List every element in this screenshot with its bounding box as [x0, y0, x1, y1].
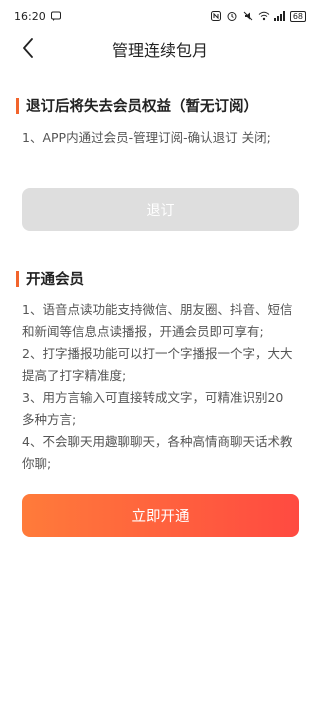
- section-accent-bar: [16, 270, 19, 287]
- section-unsubscribe-header: 退订后将失去会员权益（暂无订阅）: [16, 95, 258, 116]
- back-arrow-icon: [22, 38, 34, 62]
- signal-icon: [273, 10, 286, 22]
- section-unsubscribe-title: 退订后将失去会员权益（暂无订阅）: [26, 99, 258, 115]
- nav-bar: 管理连续包月: [0, 32, 320, 66]
- text-line: 提高了打字精准度;: [22, 368, 127, 383]
- section-accent-bar: [16, 97, 19, 114]
- text-line: 1、语音点读功能支持微信、朋友圈、抖音、短信: [22, 302, 293, 317]
- section-unsubscribe-text: 1、APP内通过会员-管理订阅-确认退订 关闭;: [22, 127, 302, 149]
- section-membership-header: 开通会员: [16, 268, 84, 289]
- open-membership-button[interactable]: 立即开通: [22, 494, 299, 537]
- page-title: 管理连续包月: [111, 41, 208, 60]
- mute-icon: [242, 10, 254, 22]
- text-line: 多种方言;: [22, 412, 77, 427]
- wifi-icon: [258, 10, 270, 22]
- alarm-icon: [226, 10, 238, 22]
- text-line: 1、APP内通过会员-管理订阅-确认退订 关闭;: [22, 130, 271, 145]
- text-line: 3、用方言输入可直接转成文字，可精准识别20: [22, 390, 284, 405]
- section-membership-title: 开通会员: [26, 272, 84, 288]
- message-icon: [50, 10, 62, 22]
- section-membership-text: 1、语音点读功能支持微信、朋友圈、抖音、短信 和新闻等信息点读播报，开通会员即可…: [22, 299, 302, 475]
- text-line: 2、打字播报功能可以打一个字播报一个字，大大: [22, 346, 293, 361]
- status-bar: 16:20 68: [0, 0, 320, 32]
- nfc-icon: [210, 10, 222, 22]
- battery-icon: 68: [289, 10, 306, 22]
- text-line: 4、不会聊天用趣聊聊天，各种高情商聊天话术教: [22, 434, 293, 449]
- status-time: 16:20: [14, 9, 46, 23]
- text-line: 和新闻等信息点读播报，开通会员即可享有;: [22, 324, 264, 339]
- unsubscribe-button[interactable]: 退订: [22, 188, 299, 231]
- back-button[interactable]: [14, 36, 42, 64]
- text-line: 你聊;: [22, 456, 52, 471]
